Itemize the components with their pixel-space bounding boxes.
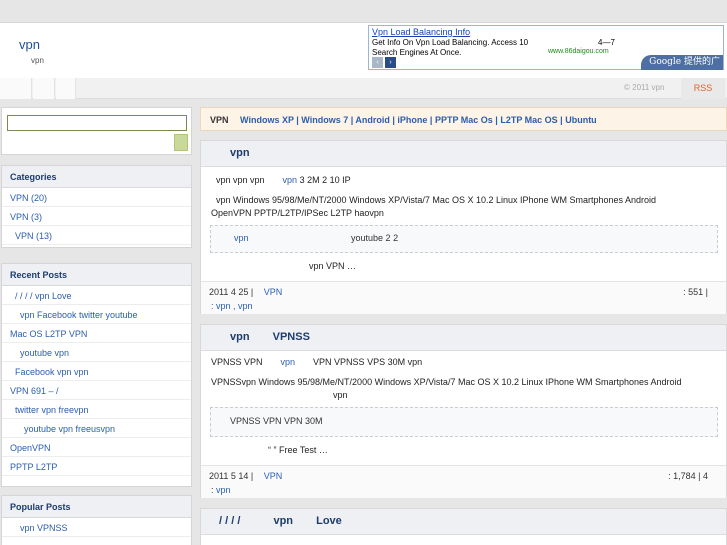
recent-post-item[interactable]: vpn Facebook twitter youtube: [2, 305, 191, 324]
category-bar-label: VPN: [210, 115, 229, 125]
post-title-text[interactable]: / / / /: [219, 515, 240, 527]
post-text-line: vpn vpn vpn vpn 3 2M 2 10 IP: [216, 175, 351, 185]
post-text: vpn vpn vpn: [216, 175, 265, 185]
nav-tab-1[interactable]: [33, 78, 55, 99]
post-footer: 2011 5 14 | VPN : 1,784 | 4 : vpn: [201, 465, 726, 498]
ad-title-link[interactable]: Vpn Load Balancing Info: [372, 27, 470, 37]
recent-posts-title: Recent Posts: [2, 264, 191, 286]
post-text: VPN VPNSS VPS 30M vpn: [313, 357, 423, 367]
post-title-text[interactable]: vpn: [230, 331, 250, 343]
post-category-link[interactable]: VPN: [264, 471, 283, 481]
post-category-link[interactable]: VPN: [264, 287, 283, 297]
post-title-text[interactable]: vpn: [230, 147, 250, 159]
rss-link[interactable]: RSS: [681, 78, 725, 99]
post-quote: VPNSS VPN VPN 30M: [210, 407, 718, 437]
recent-post-item[interactable]: / / / / vpn Love: [2, 286, 191, 305]
post-quote: vpn youtube 2 2: [210, 225, 718, 253]
post-title[interactable]: vpn: [201, 141, 726, 167]
ad-page-indicator: 4—7: [598, 38, 615, 47]
post-card: vpn vpn vpn vpn vpn 3 2M 2 10 IP vpn Wind…: [200, 140, 727, 314]
post-more-text: vpn VPN …: [309, 261, 357, 271]
post-text: VPNSS VPN: [211, 357, 263, 367]
recent-post-item[interactable]: twitter vpn freevpn: [2, 400, 191, 419]
post-tags[interactable]: : vpn ,: [211, 301, 236, 311]
popular-post-item[interactable]: vpn VPNSS: [2, 518, 191, 537]
post-title[interactable]: / / / / vpn Love: [201, 509, 726, 535]
category-bar: VPN Windows XP | Windows 7 | Android | i…: [200, 107, 727, 131]
nav-tab-2[interactable]: [56, 78, 76, 99]
category-item[interactable]: VPN (20): [2, 188, 191, 207]
recent-post-item[interactable]: PPTP L2TP: [2, 457, 191, 476]
post-footer: 2011 4 25 | VPN : 551 | : vpn , vpn: [201, 281, 726, 314]
post-text-line: vpn: [333, 390, 348, 400]
search-input[interactable]: [7, 115, 187, 131]
chevron-right-icon[interactable]: ›: [385, 57, 396, 68]
post-tags: :: [211, 485, 214, 495]
quote-link[interactable]: vpn: [234, 233, 249, 243]
quote-text: youtube 2 2: [351, 233, 399, 243]
post-tag-link[interactable]: vpn: [216, 485, 231, 495]
recent-post-item[interactable]: OpenVPN: [2, 438, 191, 457]
popular-posts-widget: Popular Posts vpn VPNSS: [1, 495, 192, 545]
recent-post-item[interactable]: youtube vpn: [2, 343, 191, 362]
search-button[interactable]: [174, 134, 188, 151]
post-more-text: “ ” Free Test …: [268, 445, 328, 455]
nav-bar: © 2011 vpn RSS: [0, 78, 727, 99]
recent-posts-widget: Recent Posts / / / / vpn Love vpn Facebo…: [1, 263, 192, 487]
post-inline-link[interactable]: vpn: [281, 357, 296, 367]
post-card: / / / / vpn Love: [200, 508, 727, 545]
search-widget: [1, 107, 192, 155]
recent-post-item[interactable]: Facebook vpn vpn: [2, 362, 191, 381]
post-date: 2011 5 14 |: [209, 471, 254, 481]
categories-title: Categories: [2, 166, 191, 188]
categories-widget: Categories VPN (20) VPN (3) VPN (13): [1, 165, 192, 248]
post-text-line: VPNSSvpn Windows 95/98/Me/NT/2000 Window…: [211, 377, 682, 387]
post-text: 3 2M 2 10 IP: [299, 175, 351, 185]
post-view-count: : 1,784 | 4: [668, 471, 708, 481]
category-item[interactable]: VPN (13): [2, 226, 191, 245]
google-ad-banner[interactable]: Vpn Load Balancing Info Get Info On Vpn …: [368, 25, 724, 82]
post-text-line: OpenVPN PPTP/L2TP/IPSec L2TP haovpn: [211, 208, 384, 218]
post-card: vpn VPNSS VPNSS VPN vpn VPN VPNSS VPS 30M …: [200, 324, 727, 498]
category-item[interactable]: VPN (3): [2, 207, 191, 226]
post-title-text[interactable]: Love: [316, 515, 342, 527]
post-date: 2011 4 25 |: [209, 287, 254, 297]
post-inline-link[interactable]: vpn: [283, 175, 298, 185]
post-tag-link[interactable]: vpn: [238, 301, 253, 311]
post-view-count: : 551 |: [683, 287, 708, 297]
recent-post-item[interactable]: Mac OS L2TP VPN: [2, 324, 191, 343]
post-title[interactable]: vpn VPNSS: [201, 325, 726, 351]
post-title-text[interactable]: VPNSS: [273, 331, 310, 343]
ad-text-line-1: Get Info On Vpn Load Balancing. Access 1…: [372, 38, 529, 47]
ad-url[interactable]: www.86daigou.com: [548, 48, 609, 55]
ad-text-line-2: Search Engines At Once.: [372, 48, 462, 57]
chevron-left-icon[interactable]: ‹: [372, 57, 383, 68]
google-ads-logo[interactable]: Google 提供的广告: [641, 55, 723, 82]
nav-tab-home[interactable]: [0, 78, 32, 99]
site-title[interactable]: vpn: [19, 37, 40, 52]
category-bar-links[interactable]: Windows XP | Windows 7 | Android | iPhon…: [240, 115, 597, 125]
post-title-text[interactable]: vpn: [273, 515, 293, 527]
post-text-line: vpn Windows 95/98/Me/NT/2000 Windows XP/…: [216, 195, 657, 205]
site-description: vpn: [31, 56, 44, 65]
recent-post-item[interactable]: youtube vpn freeusvpn: [2, 419, 191, 438]
recent-post-item[interactable]: VPN 691 – /: [2, 381, 191, 400]
copyright-text: © 2011 vpn: [624, 83, 665, 92]
popular-posts-title: Popular Posts: [2, 496, 191, 518]
post-text-line: VPNSS VPN vpn VPN VPNSS VPS 30M vpn: [211, 357, 422, 367]
